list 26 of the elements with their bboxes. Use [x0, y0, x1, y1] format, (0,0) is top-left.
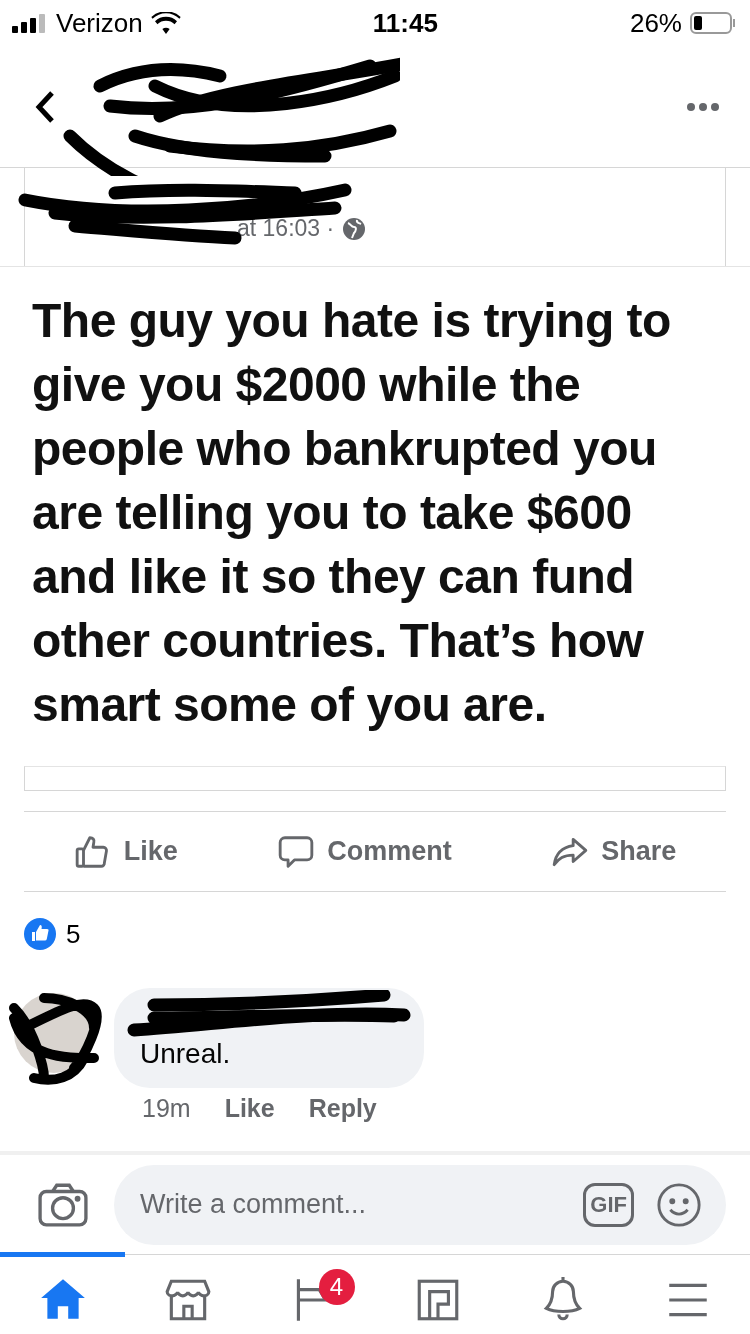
more-icon[interactable]: [686, 101, 720, 112]
like-button[interactable]: Like: [65, 828, 186, 875]
signal-icon: [12, 13, 48, 33]
comment-button[interactable]: Comment: [269, 828, 460, 875]
comment-time: 19m: [142, 1094, 191, 1123]
comment-field[interactable]: Write a comment... GIF: [114, 1164, 726, 1245]
comment-text: Unreal.: [140, 1038, 231, 1069]
back-icon[interactable]: [34, 89, 56, 124]
post-timestamp: at 16:03 ·: [237, 215, 367, 242]
battery-percent: 26%: [629, 7, 682, 39]
clock-time: 11:45: [372, 7, 438, 39]
reply-button[interactable]: Reply: [308, 1094, 377, 1123]
gif-button[interactable]: GIF: [583, 1182, 634, 1227]
wifi-icon: [150, 12, 181, 34]
comment-like-button[interactable]: Like: [224, 1094, 275, 1123]
post-text: The guy you hate is trying to give you $2000 while the people who bankrupted you are telling you to take $600 and like it so they can fund other countries. That’s how smart some of you are.: [0, 266, 750, 766]
like-reaction-icon: [24, 918, 56, 950]
camera-icon[interactable]: [38, 1182, 88, 1227]
nav-tab[interactable]: 4: [250, 1252, 375, 1334]
smiley-icon[interactable]: [656, 1181, 702, 1228]
share-button[interactable]: Share: [543, 828, 685, 875]
carrier-name: Verizon: [56, 7, 143, 39]
battery-icon: [690, 12, 736, 34]
notification-badge: 4: [318, 1269, 355, 1305]
reaction-count: 5: [66, 918, 81, 950]
globe-icon: [342, 216, 367, 241]
